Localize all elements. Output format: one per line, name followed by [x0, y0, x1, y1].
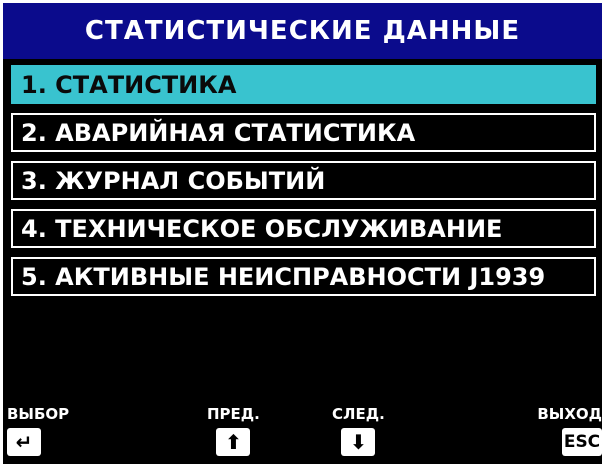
- menu-item-label: 1. СТАТИСТИКА: [21, 70, 237, 99]
- arrow-down-icon[interactable]: ⬇: [341, 428, 376, 456]
- menu-item-label: 3. ЖУРНАЛ СОБЫТИЙ: [21, 166, 326, 195]
- menu-item-event-log[interactable]: 3. ЖУРНАЛ СОБЫТИЙ: [11, 161, 596, 200]
- next-softkey[interactable]: СЛЕД. ⬇: [332, 405, 385, 456]
- menu-item-label: 2. АВАРИЙНАЯ СТАТИСТИКА: [21, 118, 416, 147]
- exit-label: ВЫХОД: [537, 405, 602, 423]
- menu-item-label: 4. ТЕХНИЧЕСКОЕ ОБСЛУЖИВАНИЕ: [21, 214, 503, 243]
- display-screen: СТАТИСТИЧЕСКИЕ ДАННЫЕ 1. СТАТИСТИКА 2. А…: [0, 0, 605, 467]
- select-softkey[interactable]: ВЫБОР ↵: [7, 405, 69, 456]
- next-label: СЛЕД.: [332, 405, 385, 423]
- menu-list: 1. СТАТИСТИКА 2. АВАРИЙНАЯ СТАТИСТИКА 3.…: [11, 65, 596, 305]
- prev-softkey[interactable]: ПРЕД. ⬆: [207, 405, 260, 456]
- exit-softkey[interactable]: ВЫХОД ESC: [537, 405, 602, 456]
- page-title: СТАТИСТИЧЕСКИЕ ДАННЫЕ: [3, 3, 602, 59]
- enter-icon[interactable]: ↵: [7, 428, 41, 456]
- menu-item-maintenance[interactable]: 4. ТЕХНИЧЕСКОЕ ОБСЛУЖИВАНИЕ: [11, 209, 596, 248]
- prev-label: ПРЕД.: [207, 405, 260, 423]
- menu-item-label: 5. АКТИВНЫЕ НЕИСПРАВНОСТИ J1939: [21, 262, 546, 291]
- menu-item-active-faults-j1939[interactable]: 5. АКТИВНЫЕ НЕИСПРАВНОСТИ J1939: [11, 257, 596, 296]
- arrow-up-icon[interactable]: ⬆: [216, 428, 251, 456]
- page-title-text: СТАТИСТИЧЕСКИЕ ДАННЫЕ: [84, 16, 521, 46]
- menu-item-alarm-statistics[interactable]: 2. АВАРИЙНАЯ СТАТИСТИКА: [11, 113, 596, 152]
- softkey-bar: ВЫБОР ↵ ПРЕД. ⬆ СЛЕД. ⬇ ВЫХОД ESC: [3, 405, 602, 464]
- select-label: ВЫБОР: [7, 405, 70, 423]
- menu-item-statistics[interactable]: 1. СТАТИСТИКА: [11, 65, 596, 104]
- esc-key-icon[interactable]: ESC: [562, 428, 602, 456]
